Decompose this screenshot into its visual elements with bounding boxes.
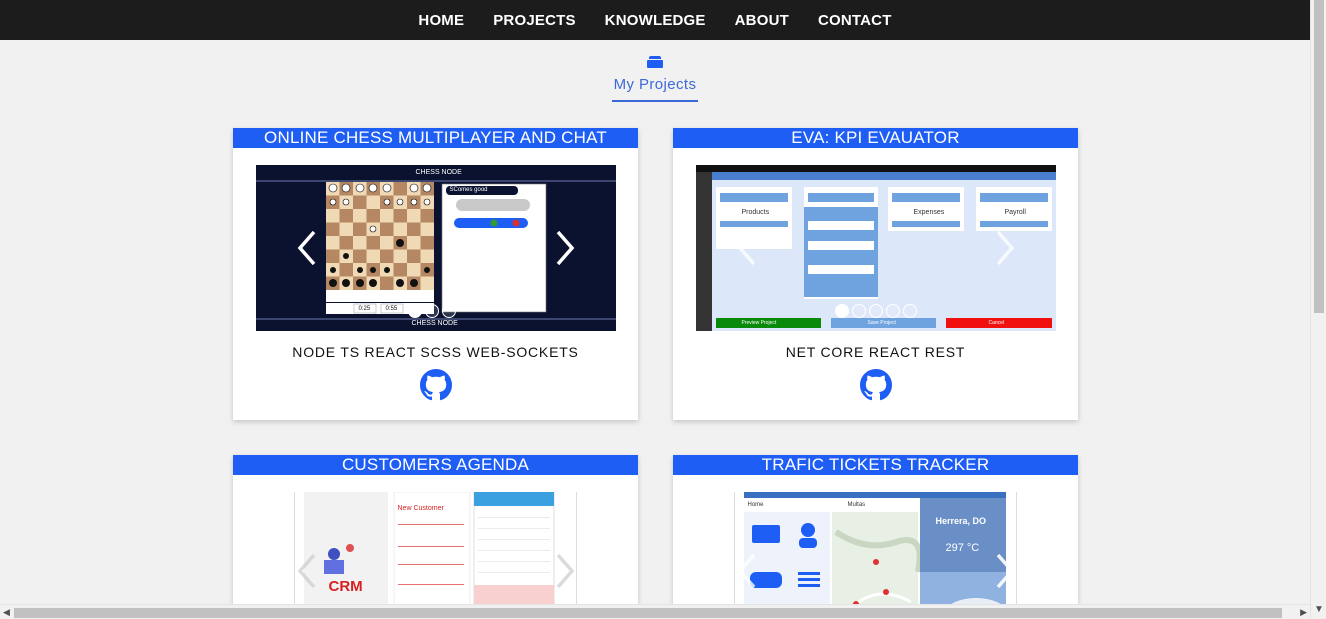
carousel-prev-button[interactable] [292, 551, 322, 591]
chevron-right-icon [996, 230, 1014, 266]
nav-knowledge-link[interactable]: KNOWLEDGE [605, 12, 706, 29]
chess-header-text: CHESS NODE [415, 169, 462, 176]
project-title: TRAFIC TICKETS TRACKER [673, 455, 1078, 475]
eva-cancel-button: Cancel [988, 320, 1005, 326]
github-link[interactable] [859, 369, 892, 401]
chevron-right-icon [556, 230, 574, 266]
carousel-dot[interactable] [407, 304, 422, 318]
project-tech-stack: NET CORE REACT REST [785, 344, 966, 360]
chevron-right-icon [556, 553, 574, 589]
eva-panel-expenses: Expenses [913, 209, 945, 216]
carousel-dot[interactable] [441, 304, 456, 318]
project-title: ONLINE CHESS MULTIPLAYER AND CHAT [233, 128, 638, 148]
carousel-next-button[interactable] [550, 551, 580, 591]
chevron-left-icon [737, 230, 755, 266]
carousel-next-button[interactable] [550, 228, 580, 268]
project-card-chess: ONLINE CHESS MULTIPLAYER AND CHAT CHESS … [233, 128, 638, 420]
nav-about-link[interactable]: ABOUT [735, 12, 789, 29]
github-icon [859, 369, 892, 401]
chess-chat-message: SComes good [449, 187, 488, 193]
crm-logo-text: CRM [328, 578, 363, 595]
project-card-eva: EVA: KPI EVAUATOR Products Expenses Payr… [673, 128, 1078, 420]
vertical-scroll-thumb[interactable] [1314, 0, 1324, 313]
scroll-left-icon[interactable]: ◀ [3, 607, 10, 618]
traffic-home-title: Home [747, 502, 764, 508]
project-title: EVA: KPI EVAUATOR [673, 128, 1078, 148]
chevron-left-icon [737, 553, 755, 589]
project-carousel: Home Multas Herrera, DO 297 °C [695, 492, 1056, 619]
carousel-prev-button[interactable] [732, 551, 762, 591]
carousel-dot[interactable] [902, 304, 917, 318]
carousel-dot[interactable] [868, 304, 883, 318]
carousel-dot[interactable] [851, 304, 866, 318]
horizontal-scrollbar[interactable]: ◀ ▶ [0, 604, 1310, 619]
scroll-down-icon[interactable]: ▼ [1311, 605, 1326, 615]
carousel-prev-button[interactable] [292, 228, 322, 268]
project-carousel: CHESS NODE SComes good 0:25 0:55 CHESS N… [255, 165, 616, 331]
project-tech-stack: NODE TS REACT SCSS WEB-SOCKETS [292, 344, 579, 360]
horizontal-scroll-thumb[interactable] [14, 608, 1282, 618]
chess-footer-text: CHESS NODE [411, 320, 458, 327]
carousel-dot[interactable] [424, 304, 439, 318]
carousel-prev-button[interactable] [732, 228, 762, 268]
projects-section-header: My Projects [612, 56, 698, 102]
section-title: My Projects [613, 76, 697, 93]
carousel-indicators [332, 304, 532, 318]
carousel-indicators [696, 304, 1056, 318]
project-carousel: CRM New Customer [255, 492, 616, 619]
eva-save-button: Save Project [867, 320, 896, 326]
vertical-scrollbar[interactable]: ▲ ▼ [1310, 0, 1326, 619]
project-title: CUSTOMERS AGENDA [233, 455, 638, 475]
project-card-crm: CUSTOMERS AGENDA CRM New Customer [233, 455, 638, 619]
github-icon [419, 369, 452, 401]
github-link[interactable] [419, 369, 452, 401]
carousel-dot[interactable] [885, 304, 900, 318]
carousel-next-button[interactable] [990, 551, 1020, 591]
nav-home-link[interactable]: HOME [418, 12, 464, 29]
chevron-right-icon [996, 553, 1014, 589]
eva-panel-payroll: Payroll [1004, 209, 1026, 216]
nav-contact-link[interactable]: CONTACT [818, 12, 892, 29]
crm-form-title: New Customer [397, 505, 444, 512]
project-carousel: Products Expenses Payroll Preview Projec… [695, 165, 1056, 331]
project-card-traffic: TRAFIC TICKETS TRACKER Home Multas Herre… [673, 455, 1078, 619]
briefcase-icon [647, 56, 663, 68]
eva-panel-products: Products [741, 209, 770, 216]
traffic-multas-title: Multas [847, 502, 866, 508]
eva-preview-button: Preview Project [741, 320, 777, 326]
traffic-weather-temp: 297 °C [945, 542, 980, 554]
chevron-left-icon [297, 230, 315, 266]
scroll-right-icon[interactable]: ▶ [1300, 607, 1307, 618]
chevron-left-icon [297, 553, 315, 589]
top-navbar: HOME PROJECTS KNOWLEDGE ABOUT CONTACT [0, 0, 1310, 40]
carousel-next-button[interactable] [990, 228, 1020, 268]
section-underline [612, 100, 698, 102]
traffic-weather-location: Herrera, DO [935, 516, 987, 526]
nav-projects-link[interactable]: PROJECTS [493, 12, 575, 29]
carousel-dot[interactable] [834, 304, 849, 318]
